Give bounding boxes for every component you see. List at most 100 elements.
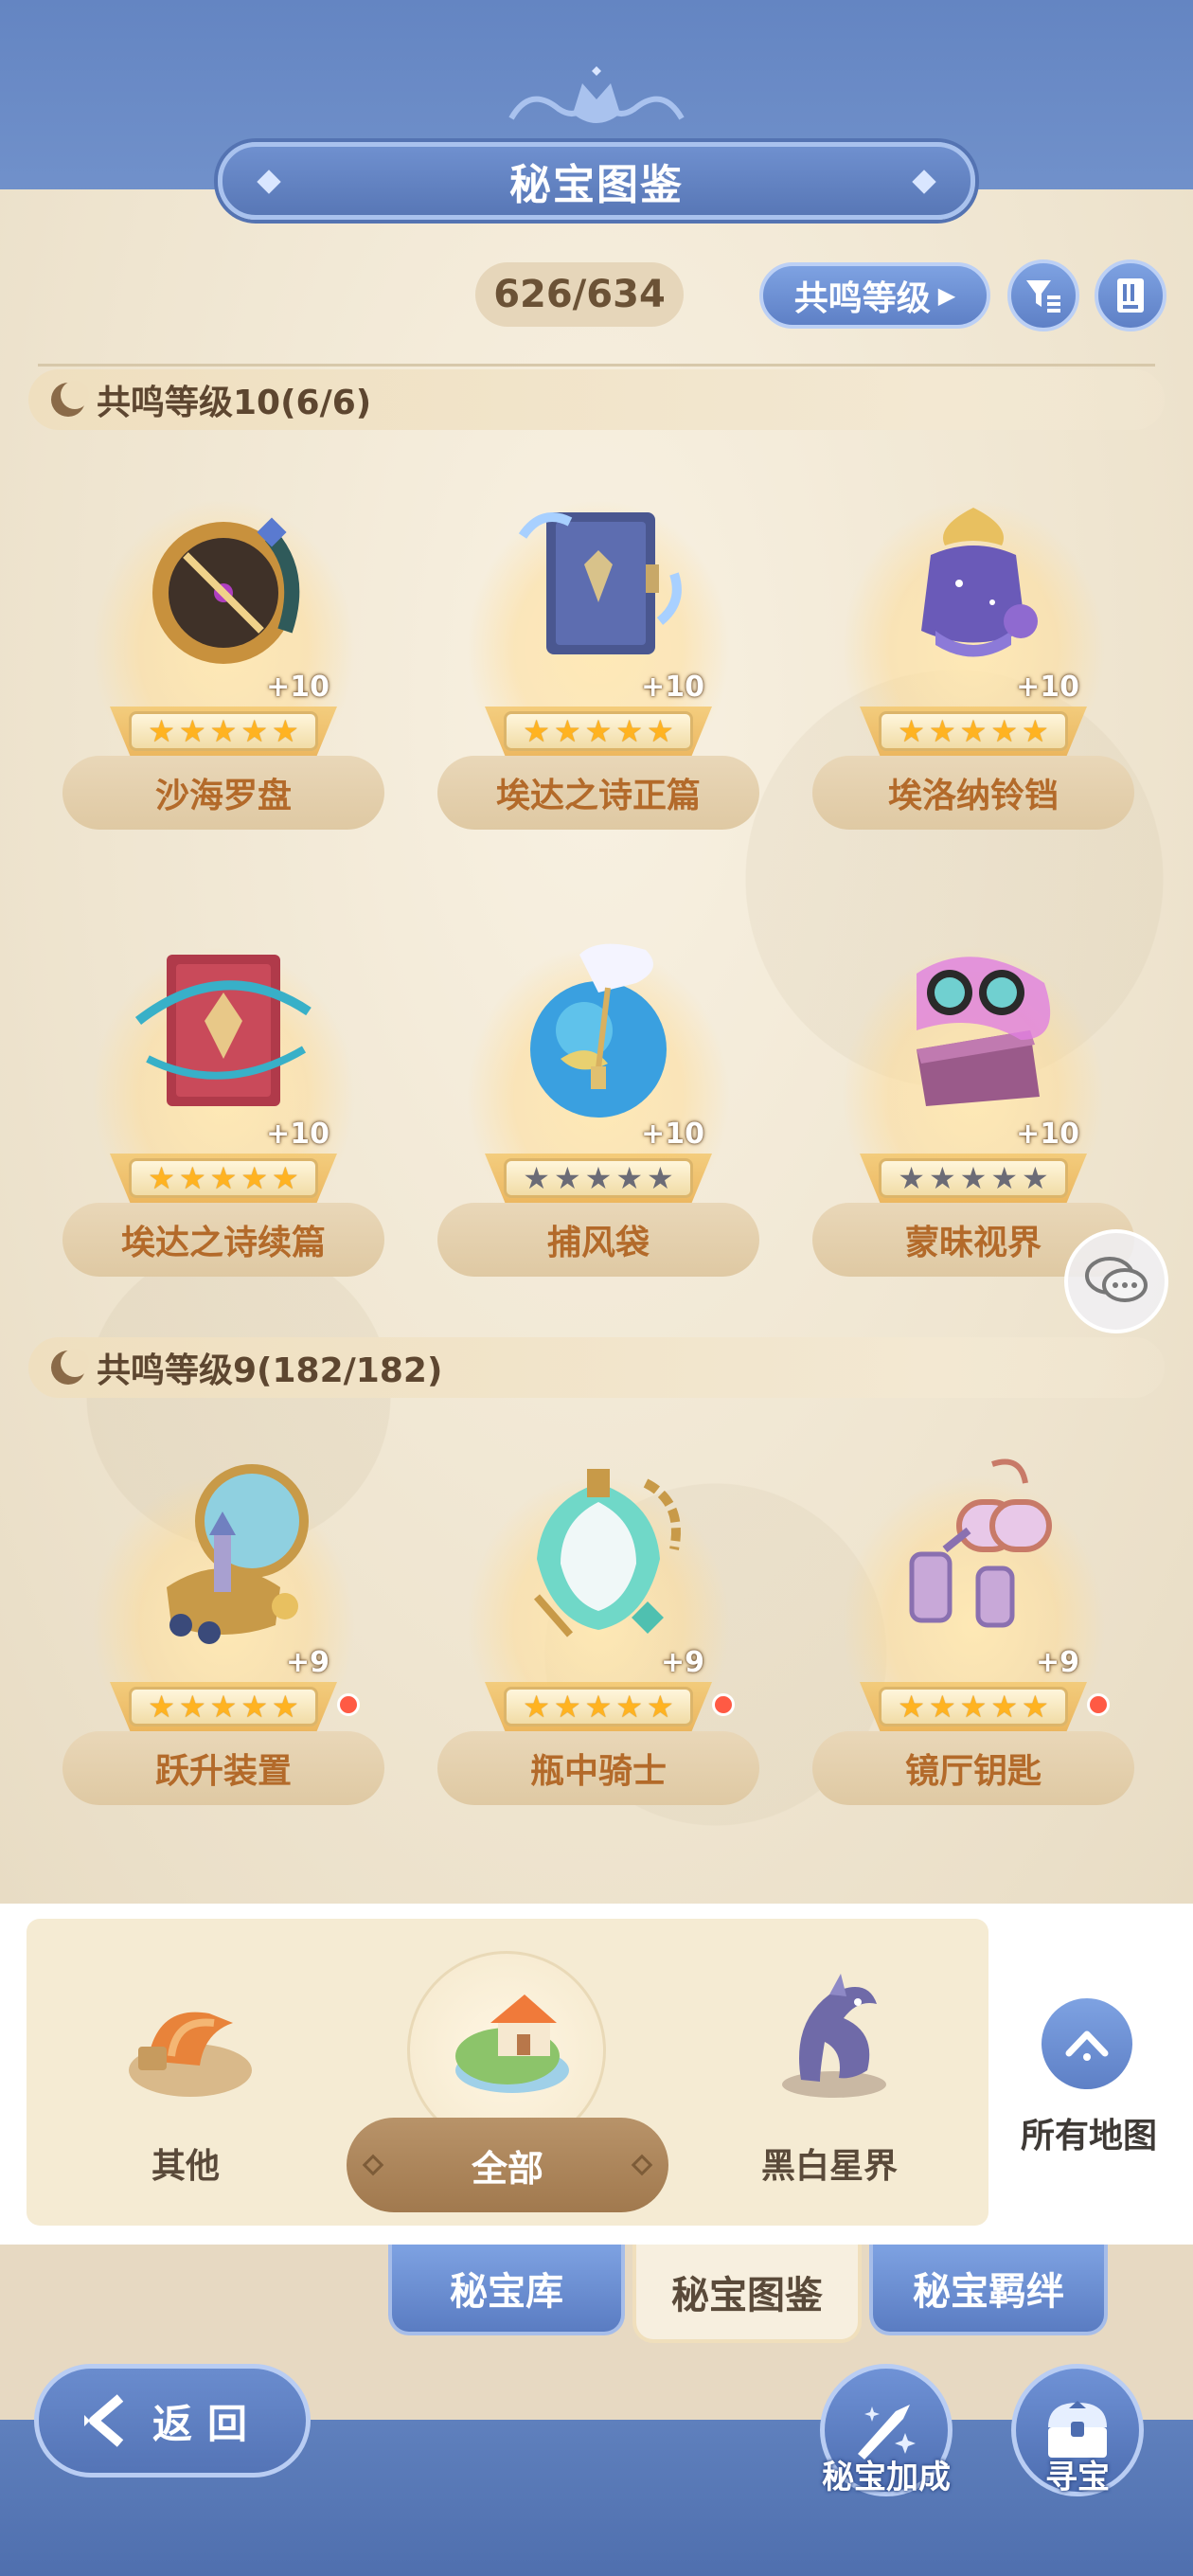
star-filled-icon: ★ [272, 713, 299, 749]
star-filled-icon: ★ [209, 713, 238, 749]
star-filled-icon: ★ [272, 1689, 299, 1725]
star-rating: ★ ★ ★ ★ ★ [129, 711, 318, 751]
treasure-card[interactable]: +10 ★ ★ ★ ★ ★ 埃达之诗续篇 [62, 907, 384, 1305]
star-filled-icon: ★ [178, 1689, 206, 1725]
treasure-name: 瓶中骑士 [437, 1731, 759, 1805]
star-rating: ★ ★ ★ ★ ★ [504, 1158, 693, 1198]
notification-dot [337, 1693, 360, 1716]
left-diamond-icon [257, 170, 281, 194]
star-filled-icon: ★ [898, 713, 925, 749]
filter-button[interactable] [1007, 259, 1079, 331]
refine-level: +9 [285, 1646, 329, 1679]
treasure-bonus-label: 秘宝加成 [822, 2459, 951, 2496]
refine-level: +10 [641, 671, 704, 704]
star-filled-icon: ★ [647, 713, 674, 749]
map-item-label: 黑白星界 [760, 2147, 898, 2186]
section-label: 共鸣等级9(182/182) [97, 1351, 443, 1390]
sort-arrow-icon: ▶ [937, 282, 956, 309]
back-label: 返回 [151, 2400, 262, 2447]
star-filled-icon: ★ [553, 1689, 581, 1725]
star-filled-icon: ★ [898, 1689, 925, 1725]
treasure-card[interactable]: +9 ★ ★ ★ ★ ★ 跃升装置 [62, 1436, 384, 1834]
treasure-hunt-label: 寻宝 [1045, 2459, 1110, 2496]
filter-icon [1026, 280, 1060, 313]
star-filled-icon: ★ [615, 713, 644, 749]
star-rating: ★ ★ ★ ★ ★ [879, 1158, 1068, 1198]
treasure-art-icon [134, 955, 312, 1106]
notification-dot [1087, 1693, 1110, 1716]
star-empty-icon: ★ [990, 1160, 1019, 1196]
treasure-art-icon [152, 517, 300, 664]
star-rating: ★ ★ ★ ★ ★ [504, 711, 693, 751]
star-filled-icon: ★ [647, 1689, 674, 1725]
all-maps-circle[interactable] [1042, 1998, 1132, 2089]
right-diamond-icon [912, 170, 936, 194]
chat-button[interactable] [1064, 1229, 1168, 1333]
star-filled-icon: ★ [148, 1689, 175, 1725]
all-maps-label: 所有地图 [1020, 2117, 1157, 2156]
treasure-card[interactable]: +10 ★ ★ ★ ★ ★ 沙海罗盘 [62, 460, 384, 858]
tab-label: 秘宝库 [450, 2270, 563, 2314]
treasure-art-icon [921, 508, 1038, 657]
all-maps-button[interactable]: 所有地图 [1004, 1998, 1174, 2159]
section-header-level-10: 共鸣等级10(6/6) [28, 369, 1165, 430]
star-empty-icon: ★ [615, 1160, 644, 1196]
map-selected-pill[interactable]: 全部 [347, 2118, 668, 2212]
treasure-name: 埃洛纳铃铛 [812, 756, 1134, 830]
treasure-card[interactable]: +9 ★ ★ ★ ★ ★ 镜厅钥匙 [812, 1436, 1134, 1834]
star-empty-icon: ★ [928, 1160, 956, 1196]
house-island-icon [455, 1995, 569, 2093]
star-filled-icon: ★ [928, 1689, 956, 1725]
dragon-icon [782, 1974, 886, 2098]
treasure-name: 埃达之诗续篇 [62, 1203, 384, 1277]
treasure-card[interactable]: +10 ★ ★ ★ ★ ★ 埃洛纳铃铛 [812, 460, 1134, 858]
star-filled-icon: ★ [990, 713, 1019, 749]
map-item-other[interactable]: 其他 [91, 1938, 280, 2241]
star-filled-icon: ★ [240, 713, 269, 749]
chevron-up-icon [1065, 2030, 1109, 2061]
star-empty-icon: ★ [959, 1160, 988, 1196]
treasure-art-icon [530, 943, 667, 1118]
treasure-art-icon [518, 512, 682, 654]
treasure-name: 捕风袋 [437, 1203, 759, 1277]
star-filled-icon: ★ [959, 713, 988, 749]
map-item-label: 全部 [471, 2147, 543, 2190]
moon-icon [51, 381, 89, 417]
refine-level: +10 [641, 1118, 704, 1151]
notification-dot [712, 1693, 735, 1716]
star-filled-icon: ★ [523, 713, 550, 749]
refine-level: +10 [266, 1118, 329, 1151]
treasure-card[interactable]: +10 ★ ★ ★ ★ ★ 捕风袋 [437, 907, 759, 1305]
star-empty-icon: ★ [647, 1160, 674, 1196]
map-item-label: 其他 [151, 2147, 220, 2186]
refine-level: +9 [660, 1646, 704, 1679]
treasure-card[interactable]: +9 ★ ★ ★ ★ ★ 瓶中骑士 [437, 1436, 759, 1834]
treasure-card[interactable]: +10 ★ ★ ★ ★ ★ 埃达之诗正篇 [437, 460, 759, 858]
star-filled-icon: ★ [209, 1160, 238, 1196]
star-empty-icon: ★ [523, 1160, 550, 1196]
treasure-art-icon [917, 957, 1051, 1106]
refine-level: +10 [1016, 1118, 1079, 1151]
back-button[interactable]: 返回 [34, 2364, 311, 2478]
star-filled-icon: ★ [1022, 1689, 1049, 1725]
sort-by-resonance-button[interactable]: 共鸣等级 ▶ [759, 262, 990, 329]
tab-treasure-codex[interactable]: 秘宝图鉴 [632, 2245, 862, 2343]
star-filled-icon: ★ [240, 1689, 269, 1725]
collection-counter: 626/634 [475, 262, 684, 327]
tab-treasure-vault[interactable]: 秘宝库 [388, 2245, 625, 2335]
refine-level: +10 [1016, 671, 1079, 704]
section-header-level-9: 共鸣等级9(182/182) [28, 1337, 1165, 1398]
star-filled-icon: ★ [584, 1689, 613, 1725]
pill-right-diamond-icon [631, 2154, 653, 2176]
tab-treasure-bond[interactable]: 秘宝羁绊 [869, 2245, 1108, 2335]
treasure-art-icon [909, 1458, 1052, 1628]
divider [38, 364, 1155, 367]
chat-bubble-icon [1085, 1257, 1148, 1302]
star-rating: ★ ★ ★ ★ ★ [129, 1687, 318, 1726]
codex-book-button[interactable] [1095, 259, 1166, 331]
map-item-black-white-astral[interactable]: 黑白星界 [735, 1938, 924, 2241]
treasure-name: 镜厅钥匙 [812, 1731, 1134, 1805]
star-filled-icon: ★ [990, 1689, 1019, 1725]
star-rating: ★ ★ ★ ★ ★ [879, 711, 1068, 751]
page-title: 秘宝图鉴 [509, 161, 684, 209]
